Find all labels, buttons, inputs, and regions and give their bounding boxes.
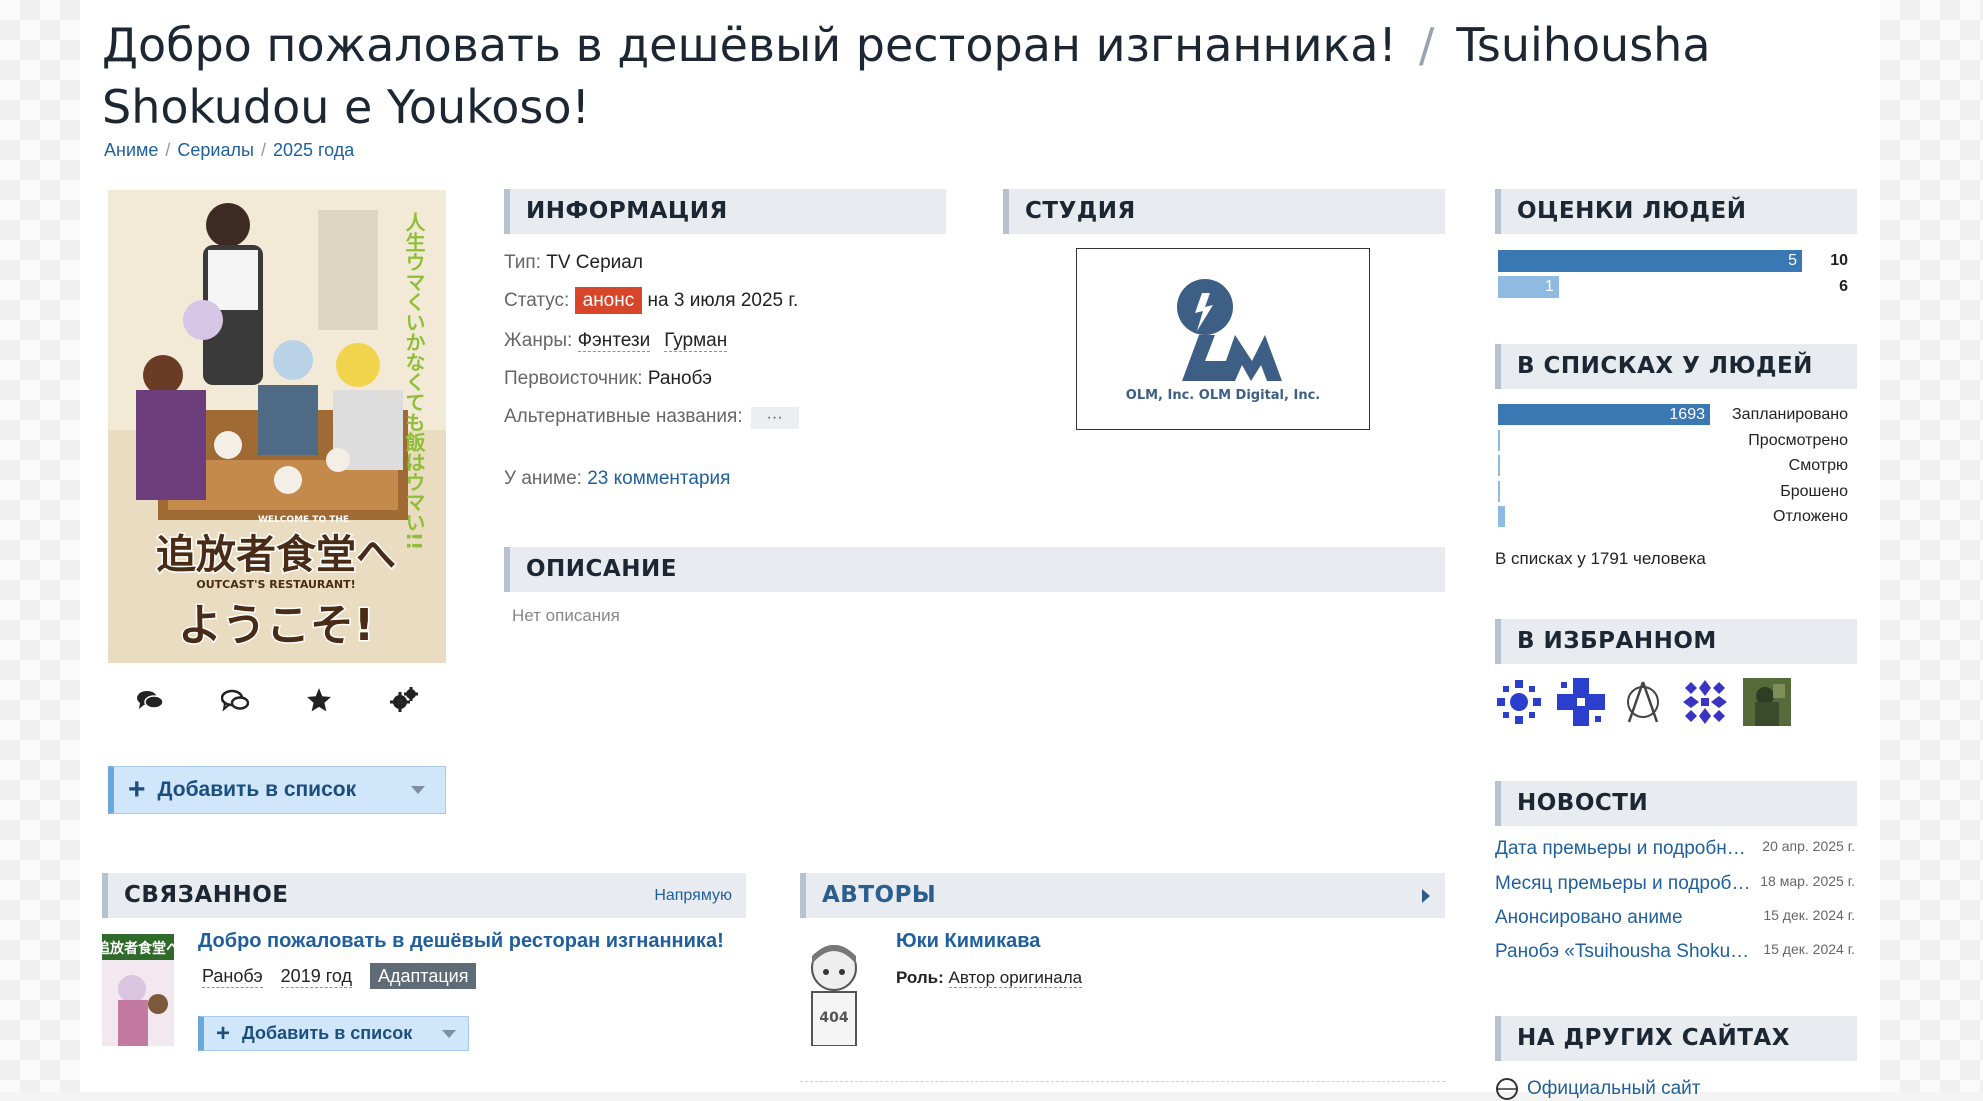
related-relation-badge: Адаптация	[370, 963, 477, 989]
page-title: Добро пожаловать в дешёвый ресторан изгн…	[102, 18, 1711, 134]
related-tags: Ранобэ 2019 год Адаптация	[202, 963, 477, 989]
gears-icon[interactable]	[387, 683, 421, 717]
ratings-heading: ОЦЕНКИ ЛЮДЕЙ	[1495, 189, 1857, 234]
favorite-avatar-2[interactable]	[1557, 678, 1605, 726]
related-kind[interactable]: Ранобэ	[202, 966, 263, 988]
list-bar	[1498, 506, 1506, 527]
poster-welcome: WELCOME TO THE	[258, 515, 349, 525]
poster-vertical-text: 人生ウマくいかなくても飯はウマい!!	[402, 212, 426, 551]
author-avatar[interactable]: 404	[798, 934, 872, 1047]
star-icon[interactable]	[302, 683, 336, 717]
info-type-row: Тип: TV Сериал	[504, 252, 643, 273]
main-page: Добро пожаловать в дешёвый ресторан изгн…	[80, 0, 1880, 1100]
svg-text:404: 404	[819, 1010, 848, 1026]
info-genres-row: Жанры: Фэнтези Гурман	[504, 330, 728, 352]
studio-logo-text: OLM, Inc. OLM Digital, Inc.	[1126, 388, 1320, 403]
lists-heading: В СПИСКАХ У ЛЮДЕЙ	[1495, 344, 1857, 389]
authors-divider	[800, 1081, 1445, 1082]
rating-score: 6	[1839, 278, 1848, 295]
list-label: Отложено	[1773, 508, 1848, 525]
poster-subtitle: OUTCAST'S RESTAURANT!	[196, 578, 355, 591]
ratings-chart: 5 10 1 6	[1498, 250, 1860, 300]
discussion-icon[interactable]	[218, 683, 252, 717]
news-heading: НОВОСТИ	[1495, 781, 1857, 826]
author-name-link[interactable]: Юки Кимикава	[896, 930, 1040, 953]
alt-names-toggle[interactable]: ···	[750, 407, 799, 429]
other-sites-heading: НА ДРУГИХ САЙТАХ	[1495, 1016, 1857, 1061]
plus-icon: +	[128, 773, 146, 806]
info-heading: ИНФОРМАЦИЯ	[504, 189, 946, 234]
list-bar	[1498, 429, 1500, 451]
poster-title-jp-2: ようこそ!	[178, 600, 374, 651]
related-filter-direct[interactable]: Напрямую	[654, 873, 732, 918]
favorite-avatar-3[interactable]	[1619, 678, 1667, 726]
poster-actions	[108, 682, 446, 718]
news-item[interactable]: Месяц премьеры и подробности 18 мар. 2025…	[1495, 873, 1855, 895]
related-title-link[interactable]: Добро пожаловать в дешёвый ресторан изгн…	[198, 930, 748, 953]
list-bar	[1498, 455, 1501, 476]
official-site-link[interactable]: Официальный сайт	[1495, 1077, 1701, 1101]
list-label: Брошено	[1780, 482, 1848, 500]
list-bar	[1498, 480, 1501, 502]
comments-icon[interactable]	[133, 683, 167, 717]
description-heading: ОПИСАНИЕ	[504, 547, 1445, 592]
rating-bar: 1	[1498, 276, 1559, 298]
studio-heading: СТУДИЯ	[1003, 189, 1445, 234]
add-to-list-label: Добавить в список	[157, 778, 357, 801]
news-item[interactable]: Анонсировано аниме 15 дек. 2024 г.	[1495, 907, 1855, 929]
related-year[interactable]: 2019 год	[280, 966, 353, 988]
studio-logo[interactable]: OLM, Inc. OLM Digital, Inc.	[1076, 248, 1370, 430]
author-role: Роль: Автор оригинала	[896, 968, 1083, 988]
related-add-to-list-button[interactable]: + Добавить в список	[198, 1016, 469, 1051]
info-alt-names-row: Альтернативные названия: ···	[504, 406, 799, 429]
lists-total: В списках у 1791 человека	[1495, 549, 1706, 568]
svg-text:追放者食堂へ: 追放者食堂へ	[102, 940, 174, 957]
related-heading: СВЯЗАННОЕ Напрямую	[102, 873, 746, 918]
favorite-avatar-1[interactable]	[1495, 678, 1543, 726]
list-label: Смотрю	[1788, 457, 1848, 474]
news-item[interactable]: Ранобэ «Tsuihousha Shokudou e Youkoso!»1…	[1495, 941, 1855, 963]
favorites-avatars	[1495, 678, 1791, 726]
rating-count: 1	[1544, 278, 1554, 295]
info-source-row: Первоисточник: Ранобэ	[504, 368, 712, 389]
chevron-down-icon[interactable]	[411, 786, 425, 794]
authors-heading[interactable]: АВТОРЫ	[800, 873, 1445, 918]
rating-bar: 5	[1498, 250, 1802, 272]
anime-poster[interactable]: 人生ウマくいかなくても飯はウマい!! 追放者食堂へ OUTCAST'S REST…	[108, 190, 446, 663]
related-add-label: Добавить в список	[242, 1023, 413, 1043]
favorite-avatar-5[interactable]	[1743, 678, 1791, 726]
list-label: Запланировано	[1732, 406, 1848, 423]
poster-title-jp: 追放者食堂へ	[156, 532, 396, 578]
list-label: Просмотрено	[1748, 431, 1848, 449]
description-text: Нет описания	[512, 606, 620, 625]
breadcrumb-series[interactable]: Сериалы	[177, 140, 254, 160]
breadcrumb-anime[interactable]: Аниме	[104, 140, 158, 160]
genre-fantasy[interactable]: Фэнтези	[577, 330, 651, 352]
news-list: Дата премьеры и подробности 20 апр. 2025 …	[1495, 838, 1857, 978]
lists-chart: 1693 Запланировано Просмотрено Смотрю Брошен…	[1498, 404, 1850, 530]
breadcrumb: Аниме / Сериалы/2025 года	[104, 140, 355, 160]
comments-link[interactable]: 23 комментария	[587, 468, 730, 489]
breadcrumb-year[interactable]: 2025 года	[273, 140, 354, 160]
info-status-row: Статус: анонс на 3 июля 2025 г.	[504, 287, 798, 314]
genre-gourmet[interactable]: Гурман	[664, 330, 728, 352]
favorite-avatar-4[interactable]	[1681, 678, 1729, 726]
news-item[interactable]: Дата премьеры и подробности 20 апр. 2025 …	[1495, 838, 1855, 860]
chevron-right-icon[interactable]	[1421, 889, 1431, 903]
info-comments-row: У аниме: 23 комментария	[504, 468, 731, 489]
related-cover[interactable]: 追放者食堂へ	[102, 934, 174, 1046]
add-to-list-button[interactable]: + Добавить в список	[108, 766, 446, 814]
chevron-down-icon[interactable]	[442, 1029, 456, 1038]
list-bar: 1693	[1498, 404, 1710, 425]
globe-icon	[1496, 1078, 1518, 1100]
favorites-heading: В ИЗБРАННОМ	[1495, 619, 1857, 664]
rating-count: 5	[1788, 252, 1797, 269]
status-badge: анонс	[574, 287, 643, 314]
plus-icon: +	[216, 1019, 231, 1047]
rating-score: 10	[1830, 252, 1848, 269]
